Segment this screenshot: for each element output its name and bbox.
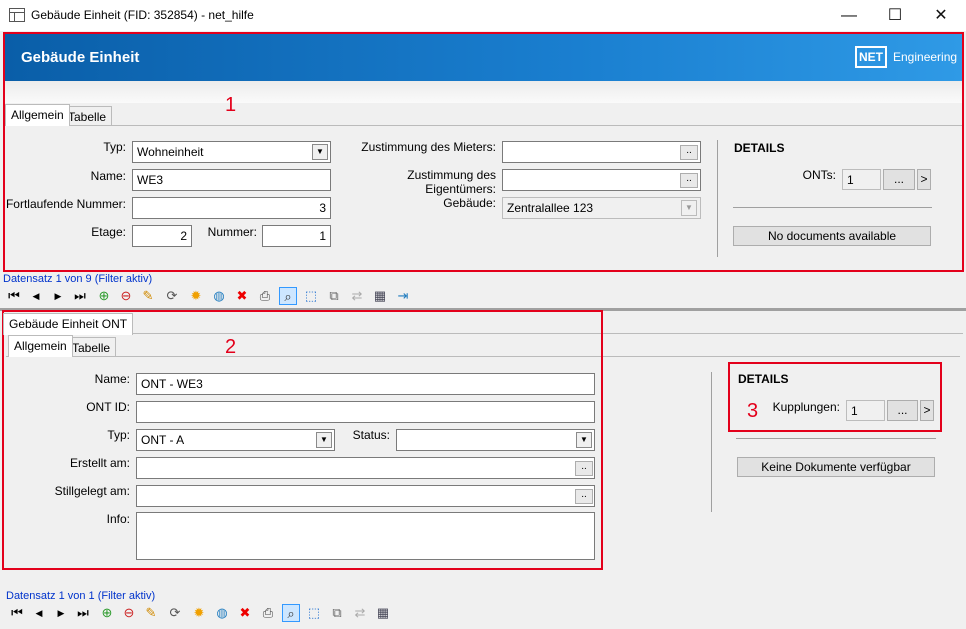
- annotation-box-2: [2, 310, 603, 570]
- first-record-icon[interactable]: ⏮: [5, 287, 23, 305]
- window-title-bar: Gebäude Einheit (FID: 352854) - net_hilf…: [0, 0, 966, 31]
- edit-icon[interactable]: ✎: [142, 604, 160, 622]
- prev-record-icon[interactable]: ◀: [30, 604, 48, 622]
- ont-record-indicator: Datensatz 1 von 1 (Filter aktiv): [6, 590, 156, 602]
- zoom-icon[interactable]: ⌕: [279, 287, 297, 305]
- delete-icon[interactable]: ✖: [233, 287, 251, 305]
- close-button[interactable]: ✕: [918, 0, 964, 31]
- tab-allgemein-ont[interactable]: Allgemein: [8, 335, 73, 357]
- move-icon: ⇄: [351, 288, 363, 303]
- delete-icon[interactable]: ✖: [236, 604, 254, 622]
- tab-gebaeude-einheit-ont[interactable]: Gebäude Einheit ONT: [3, 313, 134, 335]
- filter-remove-icon[interactable]: ⊖: [117, 287, 135, 305]
- zoom-icon[interactable]: ⌕: [282, 604, 300, 622]
- copy-icon[interactable]: ⧉: [328, 604, 346, 622]
- bottom-toolbar: ⏮ ◀ ▶ ⏭ ⊕ ⊖ ✎ ⟳ ✹ ◍ ✖ ⎙ ⌕ ⬚ ⧉ ⇄ ▦: [8, 604, 408, 624]
- table-icon[interactable]: ▦: [374, 604, 392, 622]
- exit-icon[interactable]: ⇥: [394, 287, 412, 305]
- print-icon[interactable]: ⎙: [256, 287, 274, 305]
- horizontal-separator: [736, 438, 936, 439]
- keine-dokumente-button[interactable]: Keine Dokumente verfügbar: [737, 457, 935, 477]
- app-table-icon: [9, 8, 25, 22]
- next-record-icon[interactable]: ▶: [49, 287, 67, 305]
- maximize-button[interactable]: ☐: [872, 0, 918, 31]
- copy-icon[interactable]: ⧉: [325, 287, 343, 305]
- edit-icon[interactable]: ✎: [139, 287, 157, 305]
- minimize-button[interactable]: —: [826, 0, 872, 31]
- filter-add-icon[interactable]: ⊕: [95, 287, 113, 305]
- table-icon[interactable]: ▦: [371, 287, 389, 305]
- annotation-number-2: 2: [225, 336, 237, 358]
- globe-icon[interactable]: ◍: [210, 287, 228, 305]
- refresh-icon[interactable]: ⟳: [163, 287, 181, 305]
- new-icon[interactable]: ✹: [187, 287, 205, 305]
- filter-add-icon[interactable]: ⊕: [98, 604, 116, 622]
- first-record-icon[interactable]: ⏮: [8, 604, 26, 622]
- record-indicator: Datensatz 1 von 9 (Filter aktiv): [3, 273, 153, 285]
- last-record-icon[interactable]: ⏭: [71, 287, 89, 305]
- next-record-icon[interactable]: ▶: [52, 604, 70, 622]
- annotation-number-1: 1: [225, 94, 237, 116]
- annotation-box-3: [728, 362, 942, 432]
- tab-allgemein[interactable]: Allgemein: [5, 104, 70, 126]
- print-icon[interactable]: ⎙: [259, 604, 277, 622]
- vertical-separator: [711, 372, 712, 512]
- last-record-icon[interactable]: ⏭: [74, 604, 92, 622]
- new-icon[interactable]: ✹: [190, 604, 208, 622]
- select-icon[interactable]: ⬚: [302, 287, 320, 305]
- prev-record-icon[interactable]: ◀: [27, 287, 45, 305]
- annotation-box-1: [3, 32, 964, 272]
- select-icon[interactable]: ⬚: [305, 604, 323, 622]
- refresh-icon[interactable]: ⟳: [166, 604, 184, 622]
- move-icon: ⇄: [354, 605, 366, 620]
- filter-remove-icon[interactable]: ⊖: [120, 604, 138, 622]
- annotation-number-3: 3: [747, 400, 759, 422]
- top-toolbar: ⏮ ◀ ▶ ⏭ ⊕ ⊖ ✎ ⟳ ✹ ◍ ✖ ⎙ ⌕ ⬚ ⧉ ⇄ ▦ ⇥: [5, 287, 425, 307]
- globe-icon[interactable]: ◍: [213, 604, 231, 622]
- window-title: Gebäude Einheit (FID: 352854) - net_hilf…: [31, 8, 254, 22]
